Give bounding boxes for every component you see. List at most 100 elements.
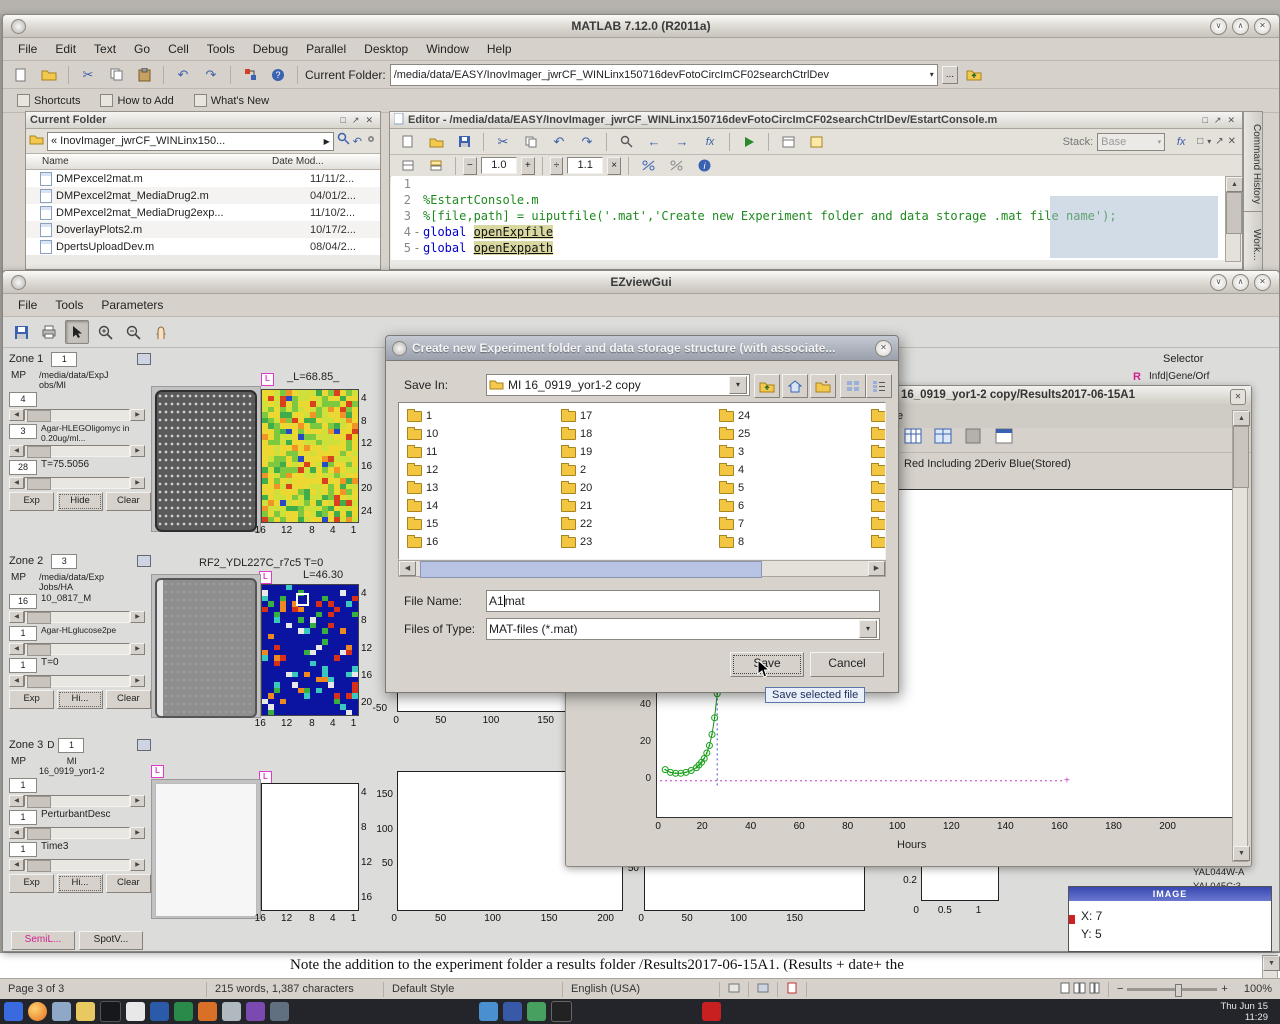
zone2-window-icon[interactable] [137,555,151,567]
cut-icon[interactable]: ✂ [76,63,100,87]
page-count[interactable]: Page 3 of 3 [0,982,207,997]
table-icon[interactable] [904,428,922,444]
help-icon[interactable]: ? [266,63,290,87]
code-line[interactable]: 1 [391,176,1228,192]
folder-item[interactable] [871,425,886,443]
name-column-header[interactable]: Name [26,156,272,167]
file-row[interactable]: DpertsUploadDev.m08/04/2... [26,238,380,255]
cut-icon[interactable]: ✂ [491,130,515,154]
save-icon[interactable] [9,320,33,344]
scroll-thumb[interactable] [1226,192,1242,234]
image-window-titlebar[interactable]: IMAGE [1069,887,1271,901]
slider-right-icon[interactable]: ▶ [130,675,145,687]
folder-item[interactable]: 20 [561,479,592,497]
print-icon[interactable] [37,320,61,344]
edit-plot-icon[interactable] [65,320,89,344]
new-file-icon[interactable] [9,63,33,87]
file-row[interactable]: DoverlayPlots2.m10/17/2... [26,221,380,238]
slider-left-icon[interactable]: ◀ [9,795,24,807]
zone2-field2[interactable]: 1 [9,626,37,641]
zone1-field2[interactable]: 3 [9,424,37,439]
results-vscrollbar[interactable]: ▲ ▼ [1232,410,1248,862]
zoom-percent[interactable]: 100% [1236,982,1280,997]
current-folder-combo[interactable]: /media/data/EASY/InovImager_jwrCF_WINLin… [390,64,938,86]
zone-button[interactable]: Hi... [57,874,102,893]
file-name-input[interactable]: A1mat [486,590,880,612]
folder-item[interactable]: 21 [561,497,592,515]
slider-right-icon[interactable]: ▶ [130,859,145,871]
text-editor-icon[interactable] [126,1002,145,1021]
shade-button[interactable]: ∨ [1210,18,1227,35]
folder-item[interactable]: 23 [561,533,592,551]
mail-icon[interactable] [52,1002,71,1021]
writer-icon[interactable] [150,1002,169,1021]
selector-text[interactable]: Infd|Gene/Orf [1149,371,1209,382]
slider-left-icon[interactable]: ◀ [9,827,24,839]
menu-item[interactable]: Window [417,40,478,58]
cell-divide-icon[interactable] [424,154,448,178]
zoom-out-icon[interactable]: − [1117,982,1123,997]
slider-right-icon[interactable]: ▶ [130,795,145,807]
cell-insert-icon[interactable] [804,130,828,154]
undo-icon[interactable]: ↶ [547,130,571,154]
folder-item[interactable]: 13 [407,479,438,497]
zone1-slider1[interactable]: ◀▶ [9,409,145,421]
folder-item[interactable]: 24 [719,407,750,425]
simulink-icon[interactable] [238,63,262,87]
folder-item[interactable]: 19 [561,443,592,461]
terminal-task-icon[interactable] [551,1001,572,1022]
folder-item[interactable]: 5 [719,479,750,497]
writer-vscrollbar[interactable]: ▼ [1262,955,1278,979]
slider-right-icon[interactable]: ▶ [130,611,145,623]
language[interactable]: English (USA) [563,982,720,997]
slider-right-icon[interactable]: ▶ [130,643,145,655]
open-folder-icon[interactable] [37,63,61,87]
zone2-field1[interactable]: 16 [9,594,37,609]
redo-icon[interactable]: ↷ [575,130,599,154]
command-history-tab[interactable]: Command History [1243,111,1263,217]
slider-left-icon[interactable]: ◀ [9,859,24,871]
folder-item[interactable]: 6 [719,497,750,515]
menu-item[interactable]: Debug [244,40,297,58]
zone3-spinner[interactable]: 1 [58,738,84,753]
settings-icon[interactable] [270,1002,289,1021]
cell-publish-icon[interactable] [776,130,800,154]
folder-item[interactable] [871,479,886,497]
breadcrumb[interactable]: « InovImager_jwrCF_WINLinx150...▶ [47,132,334,151]
slider-thumb[interactable] [27,446,51,458]
copy-icon[interactable] [104,63,128,87]
ezview-titlebar[interactable]: EZviewGui ∨ ∧ ✕ [3,271,1279,294]
clock[interactable]: Thu Jun 15 11:29 [1220,1001,1276,1023]
how-to-add-item[interactable]: How to Add [92,94,181,107]
gear-icon[interactable] [365,132,377,150]
slider-left-icon[interactable]: ◀ [9,611,24,623]
shade-button[interactable]: ∨ [1210,274,1227,291]
divide-button[interactable]: ÷ [550,157,564,175]
dock-icon[interactable]: □ [1199,115,1210,125]
start-menu-icon[interactable] [4,1002,23,1021]
editor-close-icon[interactable]: ✕ [1228,136,1236,147]
editor-vscrollbar[interactable]: ▲ [1225,176,1241,262]
folder-item[interactable]: 18 [561,425,592,443]
percent-icon[interactable] [636,154,660,178]
folder-item[interactable] [871,443,886,461]
media-player-icon[interactable] [246,1002,265,1021]
slider-left-icon[interactable]: ◀ [9,643,24,655]
menu-item[interactable]: File [9,40,46,58]
close-icon[interactable]: ✕ [875,340,892,357]
zoom-out-icon[interactable] [121,320,145,344]
zone3-field3[interactable]: 1 [9,842,37,857]
zone2-slider2[interactable]: ◀▶ [9,643,145,655]
zone-button[interactable]: Exp [9,874,54,893]
heatmap-3-empty[interactable] [261,783,359,911]
calc-icon[interactable] [174,1002,193,1021]
save-in-combo[interactable]: MI 16_0919_yor1-2 copy ▾ [486,374,750,396]
impress-icon[interactable] [198,1002,217,1021]
folder-item[interactable]: 1 [407,407,438,425]
selector-r-marker[interactable]: R [1133,371,1141,383]
record-icon[interactable] [702,1002,721,1021]
terminal-icon[interactable] [100,1001,121,1022]
folder-item[interactable]: 3 [719,443,750,461]
value-field-1[interactable]: 1.0 [481,157,517,174]
decrement-button[interactable]: − [463,157,477,175]
